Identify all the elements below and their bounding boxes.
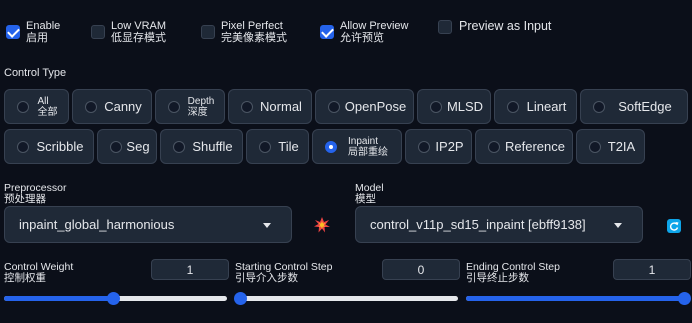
radio-softedge[interactable] xyxy=(593,100,605,113)
radio-ip2p[interactable] xyxy=(418,140,430,153)
control-type-label: Control Type xyxy=(4,67,67,79)
chevron-down-icon xyxy=(263,222,271,228)
refresh-icon[interactable] xyxy=(667,219,681,233)
slider-fill xyxy=(466,296,684,301)
control-type-reference[interactable]: Reference xyxy=(475,129,573,164)
control-type-canny[interactable]: Canny xyxy=(72,89,152,124)
radio-normal[interactable] xyxy=(241,100,253,113)
radio-canny[interactable] xyxy=(85,100,97,113)
control-weight-label: Control Weight 控制权重 xyxy=(4,261,74,284)
radio-reference[interactable] xyxy=(488,140,500,153)
starting-control-step-slider[interactable] xyxy=(234,292,458,305)
control-weight-slider[interactable] xyxy=(4,292,227,305)
enable-label: Enable 启用 xyxy=(26,20,61,44)
radio-tile[interactable] xyxy=(259,140,271,153)
radio-t2ia[interactable] xyxy=(589,140,601,153)
control-type-inpaint[interactable]: Inpaint 局部重绘 xyxy=(312,129,402,164)
control-type-t2ia[interactable]: T2IA xyxy=(576,129,645,164)
slider-thumb[interactable] xyxy=(107,292,121,305)
control-type-ip2p[interactable]: IP2P xyxy=(405,129,472,164)
pixel-perfect-label: Pixel Perfect 完美像素模式 xyxy=(221,20,287,44)
radio-openpose[interactable] xyxy=(328,100,340,113)
control-type-scribble[interactable]: Scribble xyxy=(4,129,94,164)
explosion-icon[interactable] xyxy=(313,216,331,234)
pixel-perfect-checkbox[interactable] xyxy=(201,25,215,39)
radio-seg[interactable] xyxy=(110,140,122,153)
ending-control-step-slider[interactable] xyxy=(466,292,691,305)
preview-as-input-label: Preview as Input xyxy=(459,19,552,33)
radio-inpaint[interactable] xyxy=(325,140,337,153)
radio-lineart[interactable] xyxy=(507,100,519,113)
control-type-mlsd[interactable]: MLSD xyxy=(417,89,491,124)
control-type-lineart[interactable]: Lineart xyxy=(494,89,577,124)
model-label: Model 模型 xyxy=(355,182,384,205)
allow-preview-checkbox[interactable] xyxy=(320,25,334,39)
control-type-depth[interactable]: Depth 深度 xyxy=(155,89,225,124)
radio-mlsd[interactable] xyxy=(430,100,442,113)
radio-all[interactable] xyxy=(17,100,29,113)
ending-control-step-input[interactable]: 1 xyxy=(613,259,691,280)
slider-thumb[interactable] xyxy=(234,292,247,305)
control-type-openpose[interactable]: OpenPose xyxy=(315,89,414,124)
slider-fill xyxy=(4,296,114,301)
preprocessor-dropdown[interactable]: inpaint_global_harmonious xyxy=(4,206,292,243)
allow-preview-label: Allow Preview 允许预览 xyxy=(340,20,409,44)
control-type-tile[interactable]: Tile xyxy=(246,129,309,164)
model-dropdown[interactable]: control_v11p_sd15_inpaint [ebff9138] xyxy=(355,206,643,243)
control-type-shuffle[interactable]: Shuffle xyxy=(160,129,243,164)
preprocessor-value: inpaint_global_harmonious xyxy=(19,217,175,232)
enable-checkbox[interactable] xyxy=(6,25,20,39)
control-type-seg[interactable]: Seg xyxy=(97,129,157,164)
control-type-softedge[interactable]: SoftEdge xyxy=(580,89,688,124)
control-type-normal[interactable]: Normal xyxy=(228,89,312,124)
chevron-down-icon xyxy=(614,222,622,228)
control-weight-input[interactable]: 1 xyxy=(151,259,229,280)
radio-depth[interactable] xyxy=(168,100,180,113)
ending-control-step-label: Ending Control Step 引导终止步数 xyxy=(466,261,560,284)
slider-thumb[interactable] xyxy=(678,292,691,305)
radio-scribble[interactable] xyxy=(17,140,29,153)
model-value: control_v11p_sd15_inpaint [ebff9138] xyxy=(370,217,586,232)
radio-shuffle[interactable] xyxy=(173,140,185,153)
low-vram-label: Low VRAM 低显存模式 xyxy=(111,20,167,44)
preview-as-input-checkbox[interactable] xyxy=(438,20,452,34)
control-type-all[interactable]: All 全部 xyxy=(4,89,69,124)
preprocessor-label: Preprocessor 预处理器 xyxy=(4,182,67,205)
starting-control-step-label: Starting Control Step 引导介入步数 xyxy=(235,261,333,284)
starting-control-step-input[interactable]: 0 xyxy=(382,259,460,280)
low-vram-checkbox[interactable] xyxy=(91,25,105,39)
